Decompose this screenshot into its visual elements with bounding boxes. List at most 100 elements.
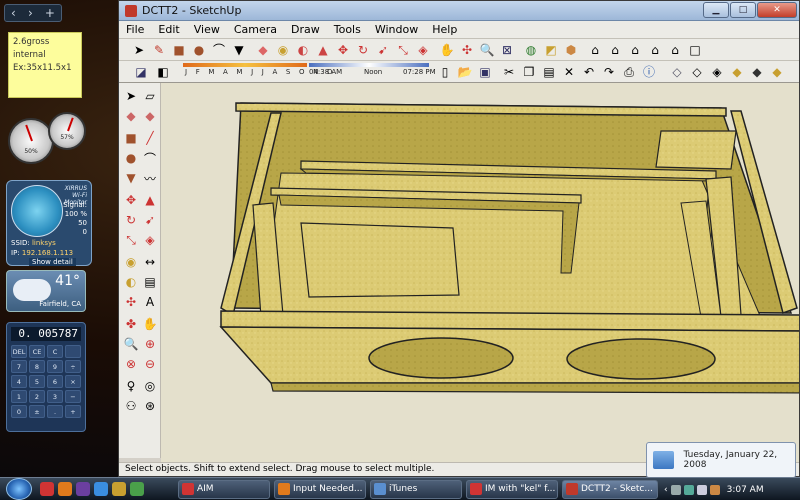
zoom-window-icon[interactable]: ⊕ (141, 335, 159, 353)
print-icon[interactable]: ⎙ (621, 64, 637, 80)
menu-draw[interactable]: Draw (284, 23, 327, 36)
orbit-tool-icon[interactable]: ✋ (439, 42, 455, 58)
walk-icon[interactable]: ⚇ (122, 397, 140, 415)
follow-me-icon[interactable]: ➹ (375, 42, 391, 58)
calc-key[interactable]: DEL (11, 345, 27, 358)
start-button[interactable] (6, 478, 32, 500)
offset-icon[interactable]: ◈ (141, 231, 159, 249)
calc-key[interactable]: . (47, 405, 63, 418)
monochrome-style-icon[interactable]: ◆ (769, 64, 785, 80)
pencil-tool-icon[interactable]: ✎ (151, 42, 167, 58)
scale-tool-icon[interactable]: ⤡ (395, 42, 411, 58)
paste-icon[interactable]: ▤ (541, 64, 557, 80)
tape-measure-icon[interactable]: ◉ (122, 253, 140, 271)
calc-key[interactable]: 9 (47, 360, 63, 373)
shadow-time-slider[interactable] (309, 63, 429, 67)
tray-expand-icon[interactable]: ‹ (664, 485, 668, 495)
xray-style-icon[interactable]: ◇ (669, 64, 685, 80)
move-tool-icon[interactable]: ✥ (335, 42, 351, 58)
zoom-icon[interactable]: 🔍 (122, 335, 140, 353)
taskbar-clock[interactable]: 3:07 AM (727, 485, 764, 495)
polygon-tool-icon[interactable]: ▼ (231, 42, 247, 58)
back-view-icon[interactable]: ⌂ (667, 42, 683, 58)
sticky-note[interactable]: 2.6gross internal Ex:35x11.5x1 (8, 32, 82, 98)
calc-key[interactable]: + (65, 405, 81, 418)
get-models-icon[interactable]: ◍ (523, 42, 539, 58)
iso-view-icon[interactable]: ⌂ (587, 42, 603, 58)
circle-tool-icon[interactable]: ● (191, 42, 207, 58)
rectangle-tool-icon[interactable]: ■ (171, 42, 187, 58)
rectangle-icon[interactable]: ■ (122, 129, 140, 147)
tray-app-icon[interactable] (670, 484, 681, 495)
minimize-button[interactable]: ▁ (703, 2, 729, 18)
calc-key[interactable]: 4 (11, 375, 27, 388)
modeling-viewport[interactable] (161, 83, 799, 462)
left-view-icon[interactable]: □ (687, 42, 703, 58)
erase-icon[interactable]: ✕ (561, 64, 577, 80)
calc-key[interactable]: 2 (29, 390, 45, 403)
select-icon[interactable]: ➤ (122, 87, 140, 105)
move-icon[interactable]: ✥ (122, 191, 140, 209)
shaded-style-icon[interactable]: ◆ (729, 64, 745, 80)
aim-quicklaunch-icon[interactable] (40, 482, 54, 496)
taskbar-item-aim[interactable]: AIM (178, 480, 270, 499)
shadow-date-slider[interactable] (183, 63, 307, 67)
rotate-icon[interactable]: ↻ (122, 211, 140, 229)
taskbar-item-itunes[interactable]: iTunes (370, 480, 462, 499)
weather-gadget[interactable]: 41° Fairfield, CA (6, 270, 86, 312)
close-button[interactable]: ✕ (757, 2, 797, 18)
model-info-icon[interactable]: ⓘ (641, 64, 657, 80)
save-icon[interactable]: ▣ (477, 64, 493, 80)
3d-text-icon[interactable]: A (141, 293, 159, 311)
paint-icon[interactable]: ◆ (141, 107, 159, 125)
section-plane-icon[interactable]: ⊛ (141, 397, 159, 415)
calc-key[interactable]: 5 (29, 375, 45, 388)
maximize-button[interactable]: □ (730, 2, 756, 18)
ie-quicklaunch-icon[interactable] (94, 482, 108, 496)
zoom-extents-icon[interactable]: ⊠ (499, 42, 515, 58)
followme-icon[interactable]: ➹ (141, 211, 159, 229)
zoom-extents-tool-icon[interactable]: ⊗ (122, 355, 140, 373)
circle-icon[interactable]: ● (122, 149, 140, 167)
menu-edit[interactable]: Edit (151, 23, 186, 36)
menu-help[interactable]: Help (425, 23, 464, 36)
arc-tool-icon[interactable]: ⌒ (211, 42, 227, 58)
app-quicklaunch-icon[interactable] (130, 482, 144, 496)
calc-key[interactable]: × (65, 375, 81, 388)
position-camera-icon[interactable]: ♀ (122, 377, 140, 395)
calc-key[interactable]: 3 (47, 390, 63, 403)
paint-bucket-icon[interactable]: ◐ (295, 42, 311, 58)
rotate-tool-icon[interactable]: ↻ (355, 42, 371, 58)
orbit-icon[interactable]: ✤ (122, 315, 140, 333)
cut-icon[interactable]: ✂ (501, 64, 517, 80)
calc-key[interactable]: 1 (11, 390, 27, 403)
right-view-icon[interactable]: ⌂ (647, 42, 663, 58)
taskbar-item-firefox[interactable]: Input Needed... (274, 480, 366, 499)
taskbar-item-im[interactable]: IM with "kel" f... (466, 480, 558, 499)
select-tool-icon[interactable]: ➤ (131, 42, 147, 58)
display-shadows-icon[interactable]: ◧ (155, 64, 171, 80)
scale-icon[interactable]: ⤡ (122, 231, 140, 249)
look-around-icon[interactable]: ◎ (141, 377, 159, 395)
calc-key[interactable]: 0 (11, 405, 27, 418)
copy-icon[interactable]: ❐ (521, 64, 537, 80)
sidebar-forward-icon[interactable]: › (28, 6, 33, 20)
polygon-icon[interactable]: ▼ (122, 169, 140, 187)
shadow-settings-icon[interactable]: ◪ (133, 64, 149, 80)
tape-tool-icon[interactable]: ◉ (275, 42, 291, 58)
previous-view-icon[interactable]: ⊖ (141, 355, 159, 373)
wifi-show-detail-button[interactable]: Show detail (29, 258, 76, 266)
text-icon[interactable]: ▤ (141, 273, 159, 291)
calc-key[interactable]: 6 (47, 375, 63, 388)
make-component-icon[interactable]: ▱ (141, 87, 159, 105)
media-quicklaunch-icon[interactable] (76, 482, 90, 496)
pan-tool-icon[interactable]: ✣ (459, 42, 475, 58)
firefox-quicklaunch-icon[interactable] (58, 482, 72, 496)
tray-volume-icon[interactable] (696, 484, 707, 495)
freehand-icon[interactable]: 〰 (141, 169, 159, 187)
calc-key[interactable]: CE (29, 345, 45, 358)
menu-view[interactable]: View (187, 23, 227, 36)
tray-network-icon[interactable] (683, 484, 694, 495)
calc-key[interactable]: C (47, 345, 63, 358)
folder-quicklaunch-icon[interactable] (112, 482, 126, 496)
